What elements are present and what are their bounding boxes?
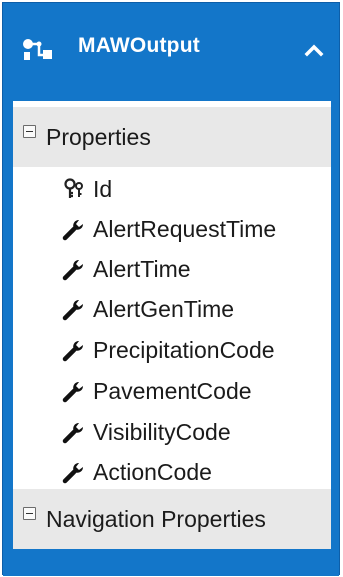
key-icon — [61, 176, 87, 202]
property-label: ActionCode — [93, 458, 212, 485]
collapse-minus-icon[interactable] — [23, 124, 36, 138]
property-label: AlertTime — [93, 255, 191, 282]
collapse-minus-icon[interactable] — [23, 506, 36, 520]
property-label: AlertGenTime — [93, 295, 235, 322]
wrench-icon — [61, 459, 87, 485]
entity-header[interactable]: MAWOutput — [3, 3, 339, 101]
entity-title: MAWOutput — [78, 34, 200, 57]
navigation-properties-label: Navigation Properties — [46, 505, 266, 532]
entity-footer — [3, 549, 339, 576]
property-label: Id — [93, 175, 113, 202]
property-alertgentime[interactable]: AlertGenTime — [61, 289, 234, 329]
property-alertrequesttime[interactable]: AlertRequestTime — [61, 209, 276, 249]
wrench-icon — [61, 296, 87, 322]
entity-body: Properties Id AlertRequestTime AlertTime… — [13, 101, 331, 549]
wrench-icon — [61, 337, 87, 363]
entity-class-icon — [23, 39, 52, 60]
property-pavementcode[interactable]: PavementCode — [61, 371, 252, 411]
property-label: VisibilityCode — [93, 418, 231, 445]
wrench-icon — [61, 378, 87, 404]
property-actioncode[interactable]: ActionCode — [61, 452, 212, 492]
property-label: AlertRequestTime — [93, 215, 277, 242]
wrench-icon — [61, 256, 87, 282]
property-label: PavementCode — [93, 377, 252, 404]
properties-section-header[interactable]: Properties — [13, 107, 331, 167]
properties-section-label: Properties — [46, 123, 151, 150]
property-id[interactable]: Id — [61, 169, 112, 209]
property-label: PrecipitationCode — [93, 336, 275, 363]
wrench-icon — [61, 419, 87, 445]
property-visibilitycode[interactable]: VisibilityCode — [61, 412, 231, 452]
property-alerttime[interactable]: AlertTime — [61, 249, 191, 289]
wrench-icon — [61, 216, 87, 242]
chevron-up-icon[interactable] — [299, 37, 329, 63]
navigation-properties-section-header[interactable]: Navigation Properties — [13, 489, 331, 549]
entity-shape[interactable]: MAWOutput Properties Id AlertRequestTime… — [2, 2, 340, 576]
property-precipitationcode[interactable]: PrecipitationCode — [61, 330, 275, 370]
